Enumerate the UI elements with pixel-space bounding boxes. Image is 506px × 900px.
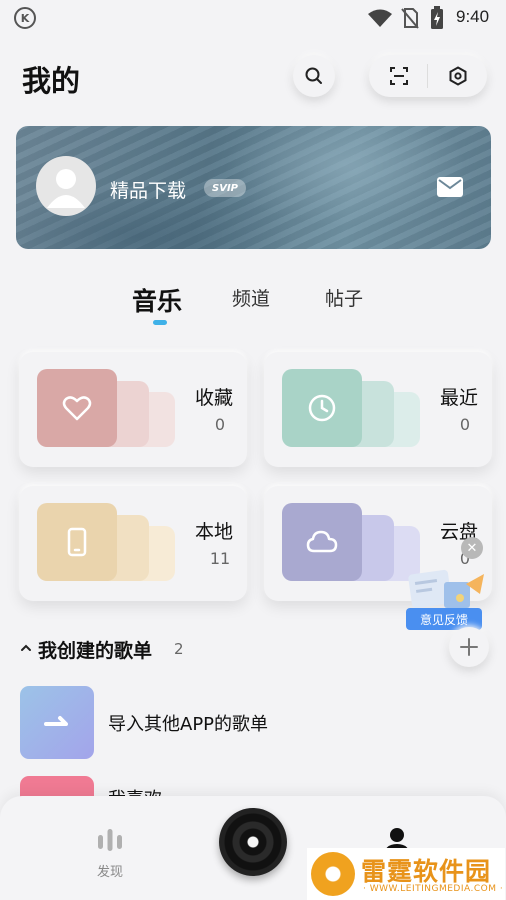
favorites-card[interactable]: 收藏 0 <box>19 352 247 467</box>
no-sim-icon <box>401 8 419 29</box>
tab-active-indicator <box>153 320 167 325</box>
heart-icon <box>62 396 92 421</box>
local-card[interactable]: 本地 11 <box>19 486 247 601</box>
page-title: 我的 <box>22 64 81 98</box>
search-button[interactable] <box>293 55 335 97</box>
import-playlist-label[interactable]: 导入其他APP的歌单 <box>108 710 268 736</box>
tab-posts[interactable]: 帖子 <box>325 284 363 311</box>
tab-channels[interactable]: 频道 <box>232 284 270 311</box>
now-playing-disc[interactable] <box>219 808 287 876</box>
recent-card[interactable]: 最近 0 <box>264 352 492 467</box>
default-avatar-icon <box>47 169 85 208</box>
settings-icon <box>449 66 466 86</box>
nav-discover[interactable]: 发现 <box>88 826 132 882</box>
header-actions-pill <box>369 55 487 97</box>
card-count: 0 <box>459 415 471 434</box>
playlist-section-heading[interactable]: 我创建的歌单 <box>38 636 152 663</box>
cloud-icon <box>306 530 338 553</box>
pill-divider <box>427 64 428 88</box>
mail-icon[interactable] <box>436 176 464 198</box>
svip-badge[interactable]: SVIP <box>204 179 246 197</box>
watermark-logo-icon <box>311 852 355 896</box>
import-playlist-cover[interactable] <box>20 686 94 759</box>
search-icon <box>305 67 322 84</box>
add-playlist-button[interactable] <box>449 627 489 667</box>
avatar[interactable] <box>36 156 96 216</box>
nav-discover-label: 发现 <box>96 865 123 880</box>
import-arrow-icon <box>44 716 68 726</box>
clock-icon <box>308 394 336 422</box>
discover-bars-icon <box>98 829 122 851</box>
username[interactable]: 精品下载 <box>110 176 186 203</box>
card-label: 最近 <box>439 387 478 409</box>
watermark-title: 雷霆软件园 <box>361 857 492 886</box>
playlist-count: 2 <box>174 640 184 658</box>
site-watermark: 雷霆软件园 · WWW.LEITINGMEDIA.COM · <box>307 848 505 900</box>
feedback-close-button[interactable]: ✕ <box>461 537 483 559</box>
plus-icon <box>460 638 478 656</box>
battery-icon <box>431 6 443 29</box>
scan-button[interactable] <box>369 55 428 97</box>
status-bar: K 9:40 <box>0 0 506 36</box>
app-notification-icon: K <box>14 7 36 29</box>
phone-icon <box>67 527 87 557</box>
status-time: 9:40 <box>456 7 490 26</box>
settings-button[interactable] <box>428 55 487 97</box>
wifi-icon <box>368 9 392 27</box>
collapse-chevron-icon[interactable] <box>20 643 32 653</box>
watermark-url: · WWW.LEITINGMEDIA.COM · <box>363 884 504 894</box>
card-label: 本地 <box>194 521 233 543</box>
card-count: 0 <box>214 415 226 434</box>
scan-icon <box>389 67 408 85</box>
profile-banner[interactable]: 精品下载 SVIP <box>16 126 491 249</box>
tab-music[interactable]: 音乐 <box>132 282 182 318</box>
card-count: 11 <box>209 549 231 568</box>
card-label: 收藏 <box>194 387 233 409</box>
